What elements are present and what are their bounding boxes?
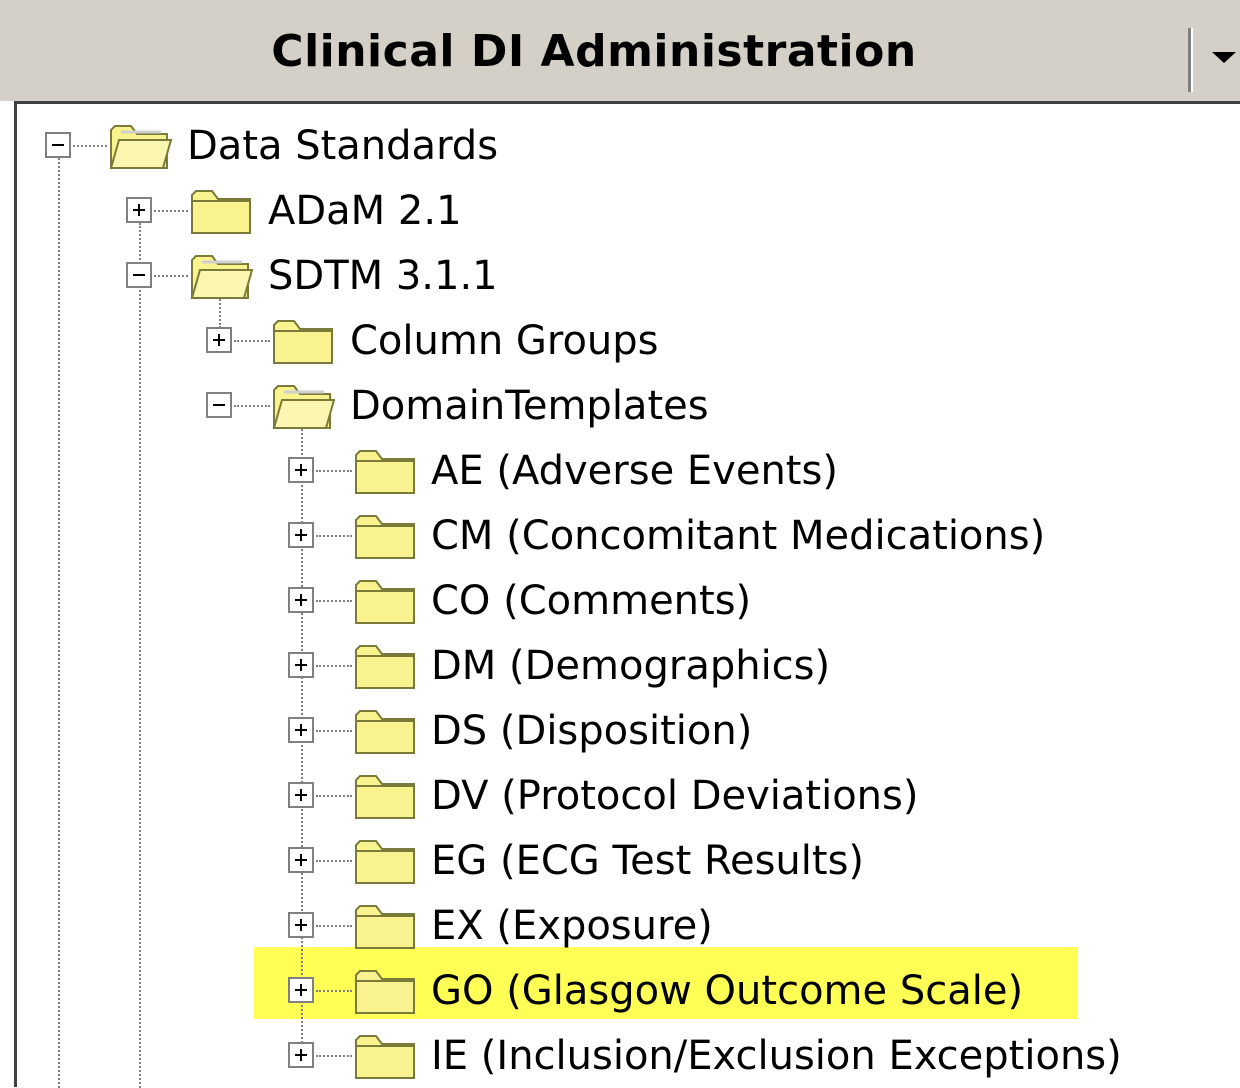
expand-toggle[interactable] [288, 522, 314, 548]
chevron-down-icon [1212, 52, 1236, 63]
tree-node-label: DV (Protocol Deviations) [431, 773, 919, 819]
tree-connector [234, 340, 270, 342]
expand-toggle[interactable] [288, 457, 314, 483]
folder-icon [355, 775, 415, 819]
folder-open-icon [272, 385, 336, 429]
tree-connector [316, 665, 352, 667]
tree-connector [316, 535, 352, 537]
folder-open-icon [190, 255, 254, 299]
tree-node-domain[interactable]: CO (Comments) [17, 569, 1117, 633]
tree-node-domain[interactable]: IE (Inclusion/Exclusion Exceptions) [17, 1024, 1122, 1088]
tree-node-label: IE (Inclusion/Exclusion Exceptions) [431, 1033, 1122, 1079]
expand-toggle[interactable] [288, 1042, 314, 1068]
panel-header-inner: Clinical DI Administration [14, 0, 1240, 101]
tree-node-label: DomainTemplates [350, 383, 709, 429]
folder-icon [355, 580, 415, 624]
header-separator [1188, 28, 1193, 92]
panel-title: Clinical DI Administration [271, 26, 917, 77]
collapse-toggle[interactable] [206, 392, 232, 418]
tree-connector [316, 860, 352, 862]
panel-header: Clinical DI Administration [0, 0, 1240, 101]
expand-toggle[interactable] [206, 327, 232, 353]
expand-toggle[interactable] [126, 197, 152, 223]
tree-node-domain[interactable]: CM (Concomitant Medications) [17, 504, 1117, 568]
tree-connector [316, 990, 352, 992]
expand-toggle[interactable] [288, 652, 314, 678]
tree-node-domain[interactable]: GO (Glasgow Outcome Scale) [17, 959, 1117, 1023]
tree-node-label: SDTM 3.1.1 [268, 253, 498, 299]
folder-icon [355, 515, 415, 559]
tree-node-domain[interactable]: AE (Adverse Events) [17, 439, 1117, 503]
tree-node-domain[interactable]: DV (Protocol Deviations) [17, 764, 1117, 828]
tree-node-label: GO (Glasgow Outcome Scale) [431, 968, 1024, 1014]
tree-connector [316, 730, 352, 732]
tree-connector [316, 925, 352, 927]
folder-icon [355, 970, 415, 1014]
tree-connector [316, 1055, 352, 1057]
tree-node-label: EG (ECG Test Results) [431, 838, 865, 884]
tree-connector [316, 600, 352, 602]
folder-icon [355, 450, 415, 494]
panel-menu-dropdown-button[interactable] [1198, 28, 1240, 92]
tree-connector [154, 210, 188, 212]
folder-icon [191, 190, 251, 234]
folder-icon [355, 710, 415, 754]
tree-node-label: Data Standards [187, 123, 499, 169]
collapse-toggle[interactable] [45, 132, 71, 158]
tree-connector [316, 470, 352, 472]
folder-icon [355, 905, 415, 949]
tree-node-domain[interactable]: DS (Disposition) [17, 699, 1117, 763]
collapse-toggle[interactable] [126, 262, 152, 288]
folder-icon [273, 320, 333, 364]
tree-connector [154, 275, 188, 277]
tree-panel: Data Standards ADaM 2.1 SDTM 3.1.1 Colum… [14, 101, 1240, 1088]
tree-node-column-groups[interactable]: Column Groups [17, 309, 717, 373]
tree-node-label: Column Groups [350, 318, 659, 364]
expand-toggle[interactable] [288, 587, 314, 613]
folder-icon [355, 1035, 415, 1079]
tree-node-adam[interactable]: ADaM 2.1 [17, 179, 517, 243]
tree-node-domain[interactable]: EG (ECG Test Results) [17, 829, 1117, 893]
expand-toggle[interactable] [288, 912, 314, 938]
expand-toggle[interactable] [288, 977, 314, 1003]
expand-toggle[interactable] [288, 847, 314, 873]
tree-node-sdtm[interactable]: SDTM 3.1.1 [17, 244, 517, 308]
tree-connector [234, 405, 270, 407]
tree-node-label: EX (Exposure) [431, 903, 713, 949]
folder-icon [355, 645, 415, 689]
tree-node-label: CO (Comments) [431, 578, 752, 624]
tree-connector [73, 145, 107, 147]
tree-connector [316, 795, 352, 797]
folder-icon [355, 840, 415, 884]
navigation-tree: Data Standards ADaM 2.1 SDTM 3.1.1 Colum… [17, 104, 1240, 1088]
tree-node-domain[interactable]: EX (Exposure) [17, 894, 1117, 958]
tree-node-label: DS (Disposition) [431, 708, 753, 754]
expand-toggle[interactable] [288, 782, 314, 808]
tree-node-domain[interactable]: DM (Demographics) [17, 634, 1117, 698]
tree-node-data-standards[interactable]: Data Standards [17, 114, 517, 178]
tree-node-label: AE (Adverse Events) [431, 448, 838, 494]
tree-node-domain-templates[interactable]: DomainTemplates [17, 374, 717, 438]
tree-node-label: ADaM 2.1 [268, 188, 462, 234]
expand-toggle[interactable] [288, 717, 314, 743]
tree-node-label: CM (Concomitant Medications) [431, 513, 1046, 559]
tree-node-label: DM (Demographics) [431, 643, 831, 689]
folder-open-icon [109, 125, 173, 169]
